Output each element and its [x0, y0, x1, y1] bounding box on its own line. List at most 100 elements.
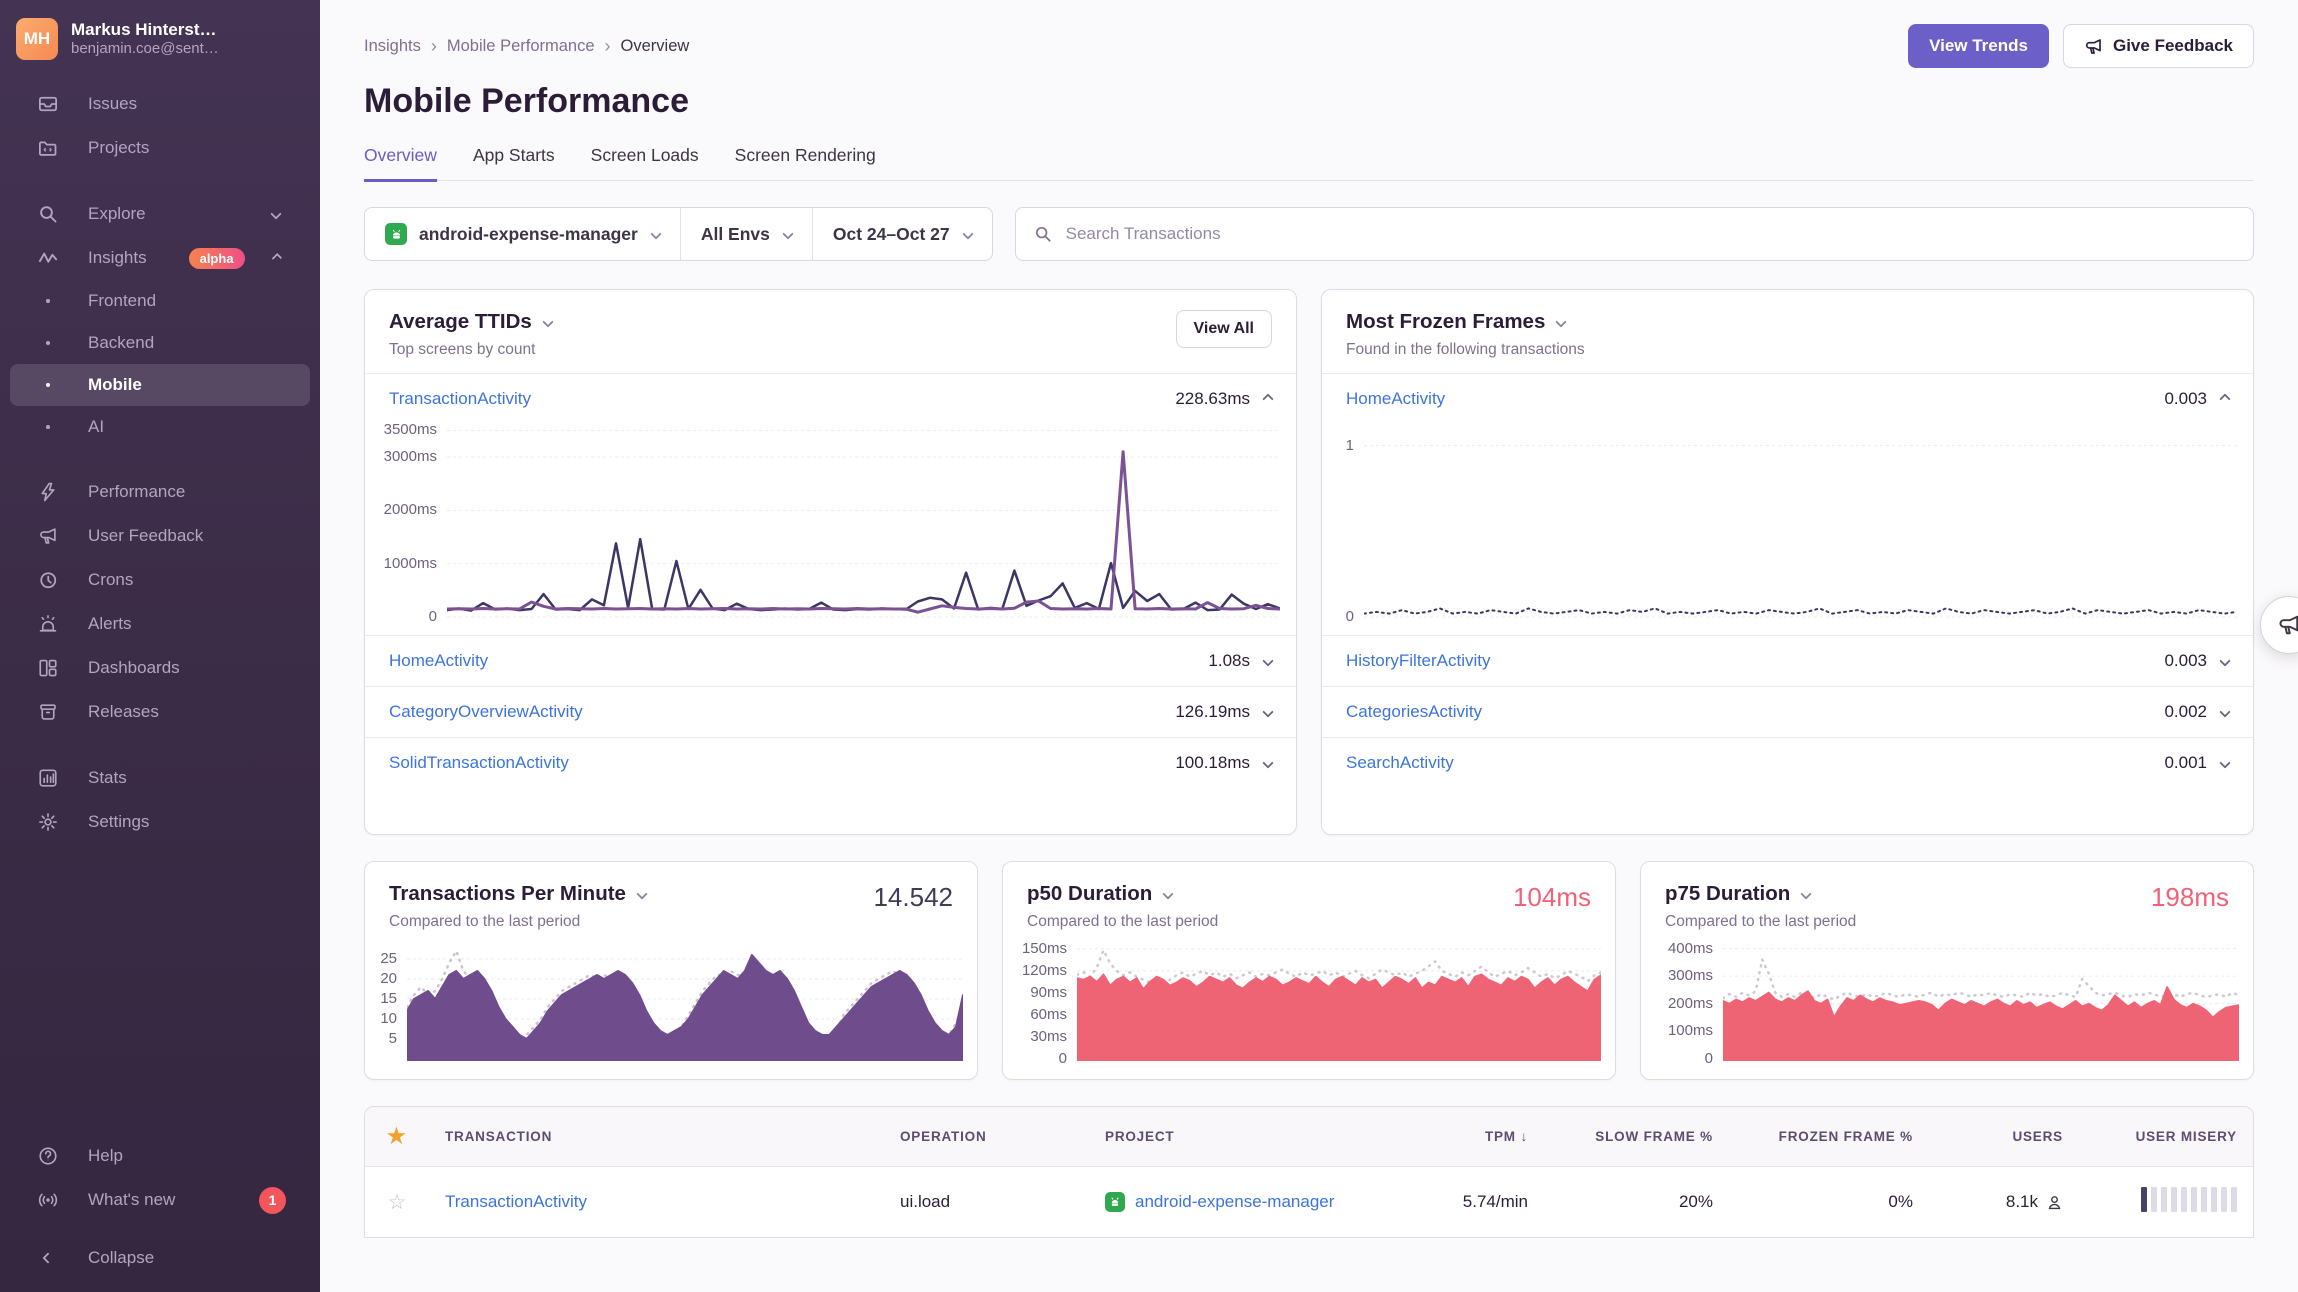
chevron-down-icon[interactable] [2219, 655, 2230, 666]
sidebar-item-frontend[interactable]: Frontend [10, 280, 310, 322]
sidebar-item-crons[interactable]: Crons [10, 558, 310, 602]
header-actions: View Trends Give Feedback [1908, 24, 2254, 68]
sidebar-item-label: Releases [88, 702, 159, 722]
user-misery-bar [2141, 1187, 2237, 1212]
panel-subtitle: Top screens by count [389, 341, 552, 359]
chevron-down-icon [270, 208, 281, 219]
transaction-link[interactable]: TransactionActivity [389, 389, 531, 409]
transaction-link[interactable]: SolidTransactionActivity [389, 753, 569, 773]
sidebar-item-stats[interactable]: Stats [10, 756, 310, 800]
transaction-link[interactable]: HomeActivity [389, 651, 488, 671]
view-trends-button[interactable]: View Trends [1908, 24, 2049, 68]
feedback-fab[interactable] [2260, 596, 2298, 654]
nav-footer: Help What's new 1 [0, 1134, 320, 1222]
sidebar-collapse-button[interactable]: Collapse [10, 1236, 310, 1280]
transaction-link[interactable]: HistoryFilterActivity [1346, 651, 1491, 671]
sidebar-item-ai[interactable]: AI [10, 406, 310, 448]
most-frozen-frames-title-dropdown[interactable]: Most Frozen Frames [1346, 310, 1585, 334]
average-ttids-title-dropdown[interactable]: Average TTIDs [389, 310, 552, 334]
column-slow-frame[interactable]: Slow Frame % [1544, 1112, 1729, 1161]
megaphone-icon [2277, 613, 2298, 637]
sidebar-item-releases[interactable]: Releases [10, 690, 310, 734]
environment-selector[interactable]: All Envs [680, 208, 812, 260]
sidebar-item-insights[interactable]: Insights alpha [10, 236, 310, 280]
environment-selector-value: All Envs [701, 224, 770, 245]
column-users[interactable]: Users [1929, 1112, 2079, 1161]
column-transaction[interactable]: Transaction [429, 1112, 884, 1161]
sidebar-item-whats-new[interactable]: What's new 1 [10, 1178, 310, 1222]
transaction-link[interactable]: SearchActivity [1346, 753, 1454, 773]
p50-title-dropdown[interactable]: p50 Duration [1027, 882, 1218, 906]
tab-screen-loads[interactable]: Screen Loads [591, 145, 699, 182]
column-user-misery[interactable]: User Misery [2079, 1112, 2253, 1161]
date-range-selector[interactable]: Oct 24–Oct 27 [812, 208, 992, 260]
sidebar-item-user-feedback[interactable]: User Feedback [10, 514, 310, 558]
transaction-link[interactable]: CategoriesActivity [1346, 702, 1482, 722]
sidebar-item-label: User Feedback [88, 526, 203, 546]
project-link[interactable]: android-expense-manager [1135, 1192, 1334, 1212]
insights-icon [36, 248, 60, 268]
sidebar-item-performance[interactable]: Performance [10, 470, 310, 514]
chevron-down-icon[interactable] [2219, 706, 2230, 717]
user-menu[interactable]: MH Markus Hinterst… benjamin.coe@sent… [16, 18, 304, 60]
tpm-title-dropdown[interactable]: Transactions Per Minute [389, 882, 646, 906]
sidebar-item-label: Explore [88, 204, 146, 224]
avatar: MH [16, 18, 58, 60]
app-root: MH Markus Hinterst… benjamin.coe@sent… I… [0, 0, 2298, 1292]
row-value: 228.63ms [1175, 389, 1250, 409]
project-selector[interactable]: android-expense-manager [365, 208, 680, 260]
frozen-frames-chart: 10 [1326, 419, 2237, 619]
sidebar-item-settings[interactable]: Settings [10, 800, 310, 844]
stat-panels: Transactions Per Minute Compared to the … [364, 861, 2254, 1080]
chevron-down-icon [636, 888, 647, 899]
chevron-up-icon [271, 253, 282, 264]
sidebar-item-mobile[interactable]: Mobile [10, 364, 310, 406]
archive-icon [36, 702, 60, 722]
tab-app-starts[interactable]: App Starts [473, 145, 555, 182]
column-project[interactable]: Project [1089, 1112, 1419, 1161]
ttid-row: CategoryOverviewActivity 126.19ms [365, 686, 1296, 737]
sidebar-item-label: Projects [88, 138, 149, 158]
sidebar-item-label: Frontend [88, 291, 156, 311]
column-frozen-frame[interactable]: Frozen Frame % [1729, 1112, 1929, 1161]
transaction-link[interactable]: TransactionActivity [445, 1192, 587, 1211]
p75-title-dropdown[interactable]: p75 Duration [1665, 882, 1856, 906]
star-outline-icon[interactable]: ☆ [365, 1170, 429, 1235]
chevron-down-icon[interactable] [1262, 757, 1273, 768]
sidebar-item-alerts[interactable]: Alerts [10, 602, 310, 646]
android-icon [1105, 1192, 1125, 1212]
main-content: Insights › Mobile Performance › Overview… [320, 0, 2298, 1292]
sidebar-item-issues[interactable]: Issues [10, 82, 310, 126]
sidebar-item-backend[interactable]: Backend [10, 322, 310, 364]
tab-overview[interactable]: Overview [364, 145, 437, 182]
chevron-up-icon[interactable] [2219, 393, 2230, 404]
sidebar-item-dashboards[interactable]: Dashboards [10, 646, 310, 690]
panel-subtitle: Compared to the last period [1665, 913, 1856, 931]
tab-screen-rendering[interactable]: Screen Rendering [735, 145, 876, 182]
transaction-link[interactable]: CategoryOverviewActivity [389, 702, 583, 722]
filter-bar: android-expense-manager All Envs Oct 24–… [364, 207, 2254, 261]
chevron-down-icon[interactable] [1262, 706, 1273, 717]
chevron-down-icon[interactable] [2219, 757, 2230, 768]
star-icon[interactable]: ★ [365, 1107, 429, 1166]
sidebar-item-help[interactable]: Help [10, 1134, 310, 1178]
view-all-button[interactable]: View All [1176, 310, 1272, 348]
search-input[interactable] [1064, 223, 2235, 245]
user-meta: Markus Hinterst… benjamin.coe@sent… [71, 19, 219, 59]
chevron-down-icon[interactable] [1262, 655, 1273, 666]
breadcrumb-insights[interactable]: Insights [364, 37, 421, 56]
sidebar-item-label: Dashboards [88, 658, 180, 678]
transaction-link[interactable]: HomeActivity [1346, 389, 1445, 409]
chevron-up-icon[interactable] [1262, 393, 1273, 404]
column-tpm-sorted[interactable]: TPM ↓ [1419, 1112, 1544, 1161]
transactions-table: ★ Transaction Operation Project TPM ↓ Sl… [364, 1106, 2254, 1238]
give-feedback-button[interactable]: Give Feedback [2063, 24, 2254, 68]
breadcrumb-mobile-performance[interactable]: Mobile Performance [447, 37, 595, 56]
row-value: 0.003 [2164, 651, 2207, 671]
p75-chart: 400ms300ms200ms100ms0 [1645, 937, 2239, 1061]
breadcrumb-separator: › [605, 36, 611, 57]
sidebar-item-explore[interactable]: Explore [10, 192, 310, 236]
dashboard-grid-icon [36, 658, 60, 678]
column-operation[interactable]: Operation [884, 1112, 1089, 1161]
sidebar-item-projects[interactable]: Projects [10, 126, 310, 170]
